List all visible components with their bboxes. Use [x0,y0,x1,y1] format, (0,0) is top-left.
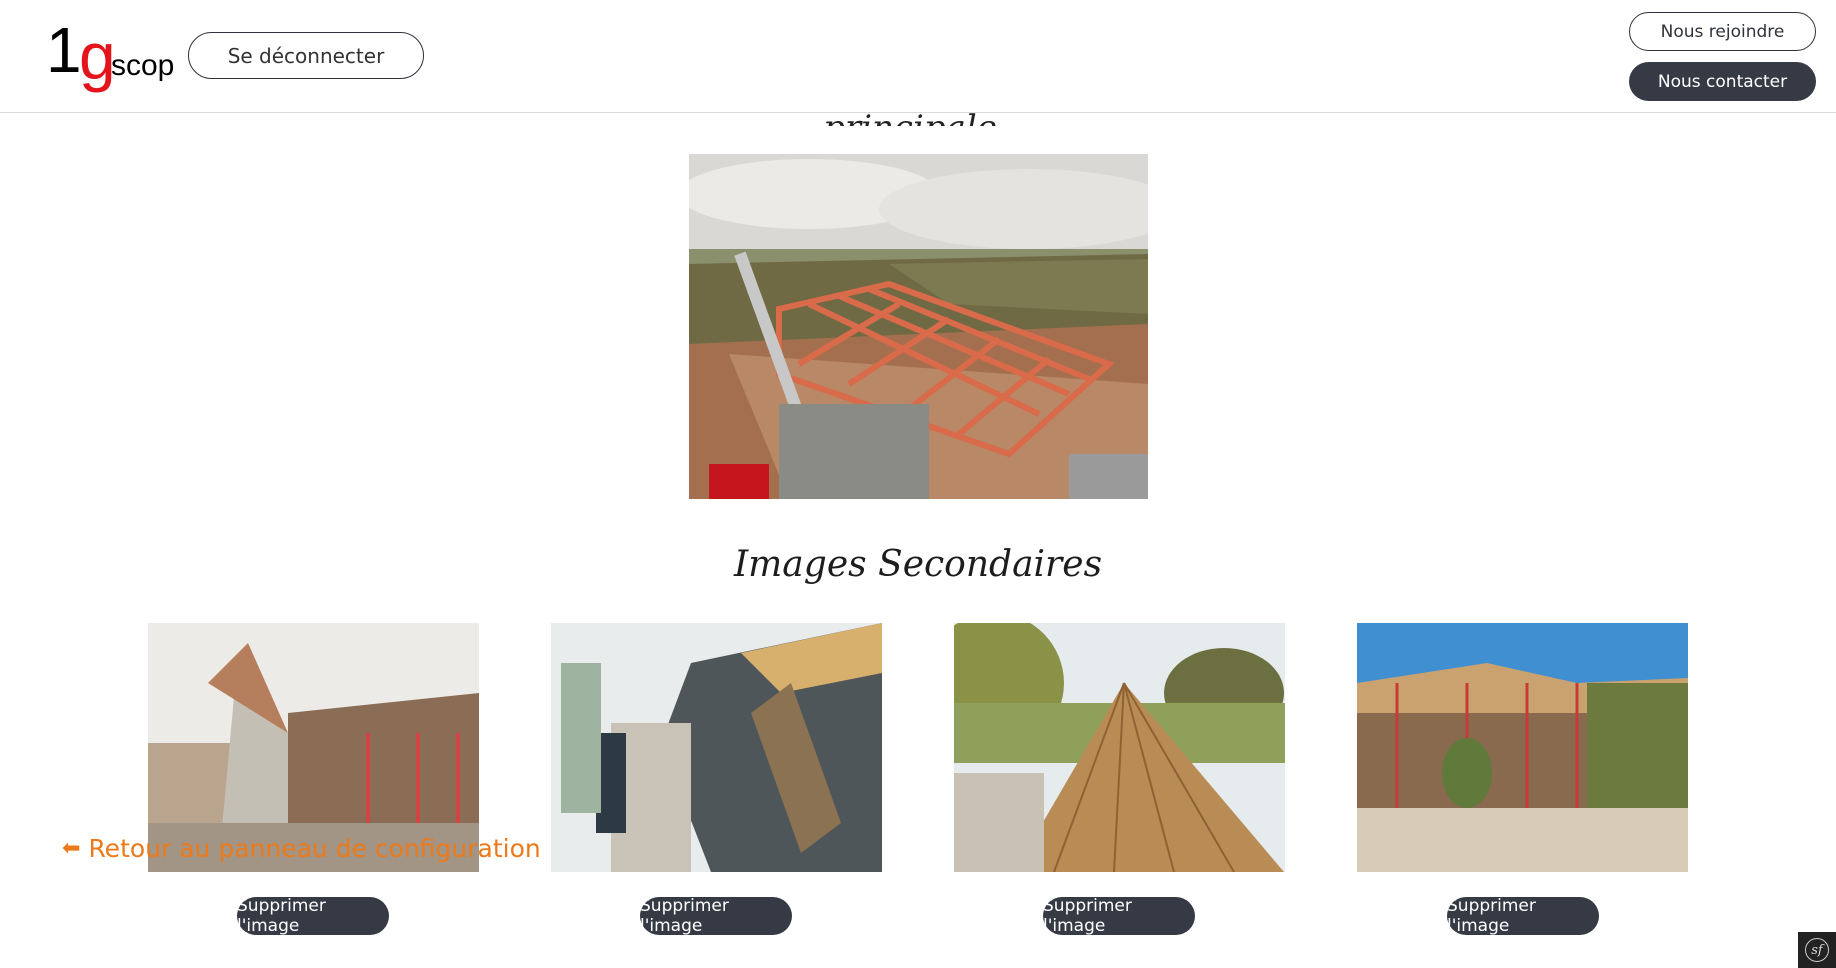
delete-image-button-1[interactable]: Supprimer l'image [237,896,389,936]
delete-image-button-4[interactable]: Supprimer l'image [1447,896,1599,936]
logo-scop: scop [111,49,175,82]
main-image [689,154,1148,499]
logo-one: 1 [46,14,82,86]
site-logo[interactable]: 1 g scop [46,14,181,89]
back-link-label: Retour au panneau de configuration [88,834,541,863]
arrow-left-icon: ⬅ [62,836,81,861]
logout-button[interactable]: Se déconnecter [188,32,424,79]
secondary-images-title: Images Secondaires [733,544,1103,585]
delete-image-button-3[interactable]: Supprimer l'image [1043,896,1195,936]
delete-image-button-2[interactable]: Supprimer l'image [640,896,792,936]
secondary-image-4 [1357,623,1688,872]
secondary-image-3 [954,623,1285,872]
symfony-toolbar-icon[interactable]: sf [1798,932,1836,968]
site-header: 1 g scop Se déconnecter Nous rejoindre N… [0,0,1836,113]
join-us-button[interactable]: Nous rejoindre [1629,12,1816,51]
secondary-image-2 [551,623,882,872]
contact-us-button[interactable]: Nous contacter [1629,62,1816,101]
back-to-config-link[interactable]: ⬅ Retour au panneau de configuration [62,834,541,863]
